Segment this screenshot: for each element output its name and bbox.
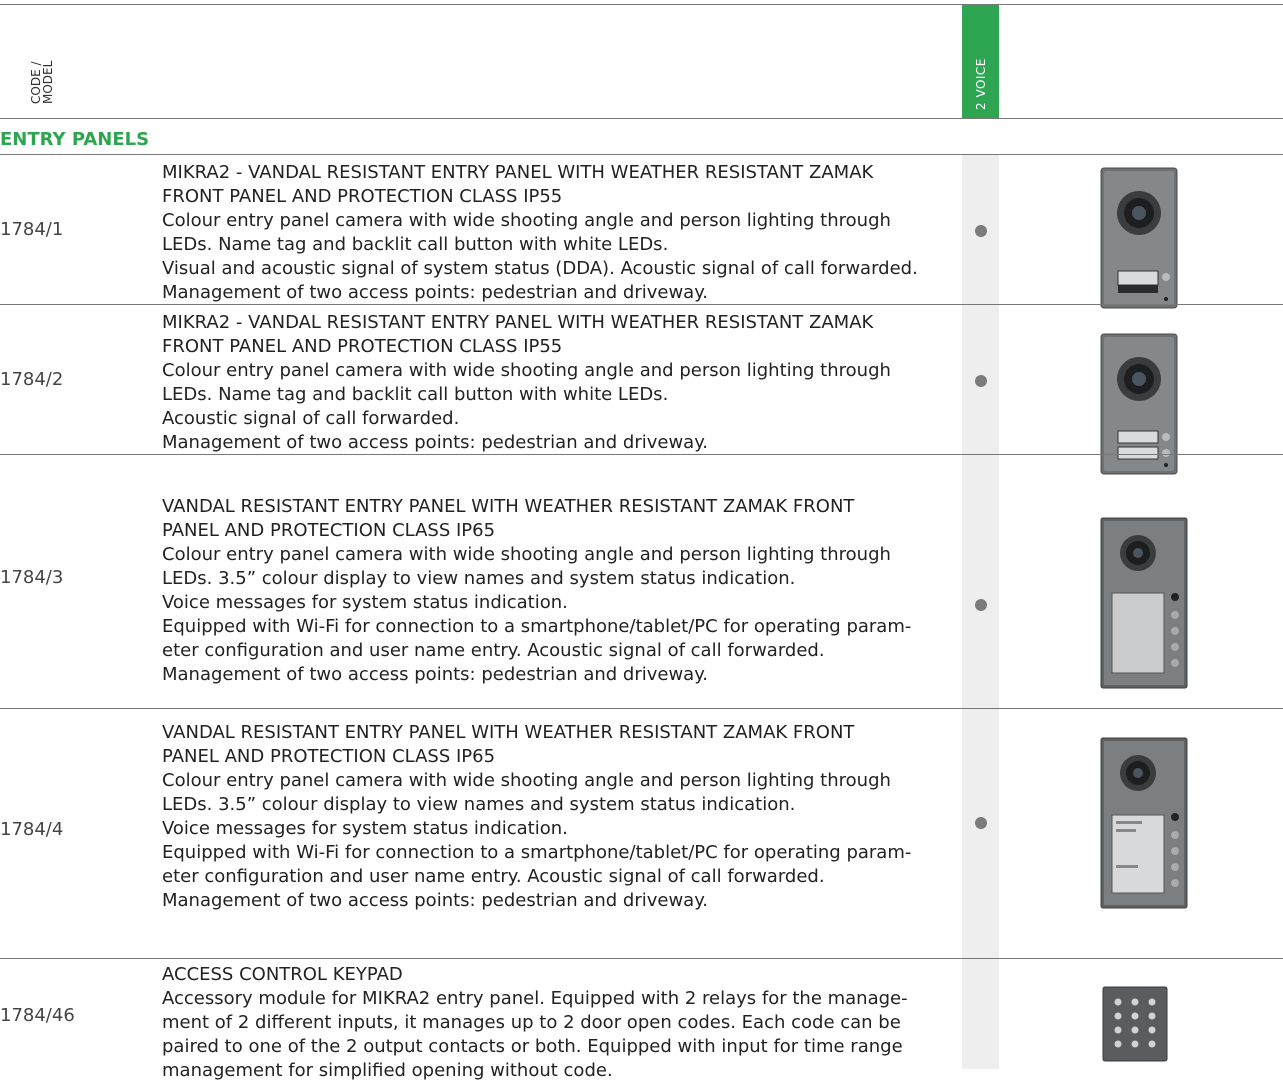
entry-panel-image <box>1100 167 1178 309</box>
description-line: Acoustic signal of call forwarded. <box>162 408 460 429</box>
description-line: Equipped with Wi-Fi for connection to a … <box>162 616 912 637</box>
table-row: 1784/4 VANDAL RESISTANT ENTRY PANEL WITH… <box>0 709 1283 959</box>
description-line: Voice messages for system status indicat… <box>162 592 568 613</box>
description-line: VANDAL RESISTANT ENTRY PANEL WITH WEATHE… <box>162 496 855 517</box>
top-rule <box>0 4 1283 5</box>
voice-column-label: 2 VOICE <box>974 58 988 110</box>
description-line: FRONT PANEL AND PROTECTION CLASS IP55 <box>162 186 563 207</box>
availability-dot-icon <box>975 225 987 237</box>
availability-dot-icon <box>975 817 987 829</box>
description-line: Equipped with Wi-Fi for connection to a … <box>162 842 912 863</box>
availability-dot-icon <box>975 375 987 387</box>
table-row: 1784/46 ACCESS CONTROL KEYPAD Accessory … <box>0 959 1283 1081</box>
description-line: ment of 2 different inputs, it manages u… <box>162 1012 901 1033</box>
product-code: 1784/2 <box>0 369 64 390</box>
product-description: MIKRA2 - VANDAL RESISTANT ENTRY PANEL WI… <box>162 161 952 305</box>
description-line: MIKRA2 - VANDAL RESISTANT ENTRY PANEL WI… <box>162 312 874 333</box>
product-code: 1784/1 <box>0 219 64 240</box>
description-line: LEDs. 3.5” colour display to view names … <box>162 568 796 589</box>
product-description: MIKRA2 - VANDAL RESISTANT ENTRY PANEL WI… <box>162 311 952 455</box>
description-line: Colour entry panel camera with wide shoo… <box>162 360 891 381</box>
description-line: Colour entry panel camera with wide shoo… <box>162 544 891 565</box>
description-line: paired to one of the 2 output contacts o… <box>162 1036 903 1057</box>
product-code: 1784/46 <box>0 1005 75 1026</box>
description-line: eter configuration and user name entry. … <box>162 866 825 887</box>
description-line: Accessory module for MIKRA2 entry panel.… <box>162 988 908 1009</box>
description-line: Management of two access points: pedestr… <box>162 432 709 453</box>
keypad-image <box>1102 986 1168 1062</box>
section-title: ENTRY PANELS <box>0 129 150 150</box>
description-line: PANEL AND PROTECTION CLASS IP65 <box>162 746 496 767</box>
description-line: LEDs. 3.5” colour display to view names … <box>162 794 796 815</box>
availability-dot-icon <box>975 599 987 611</box>
description-line: Colour entry panel camera with wide shoo… <box>162 210 891 231</box>
description-line: Voice messages for system status indicat… <box>162 818 568 839</box>
description-line: Colour entry panel camera with wide shoo… <box>162 770 891 791</box>
entry-panel-image <box>1100 517 1188 689</box>
description-line: Visual and acoustic signal of system sta… <box>162 258 918 279</box>
table-row: 1784/2 MIKRA2 - VANDAL RESISTANT ENTRY P… <box>0 305 1283 475</box>
code-model-header: CODE / MODEL <box>29 60 55 104</box>
description-line: management for simplified opening withou… <box>162 1060 613 1081</box>
product-description: VANDAL RESISTANT ENTRY PANEL WITH WEATHE… <box>162 495 952 687</box>
description-line: PANEL AND PROTECTION CLASS IP65 <box>162 520 496 541</box>
description-line: eter configuration and user name entry. … <box>162 640 825 661</box>
description-line: VANDAL RESISTANT ENTRY PANEL WITH WEATHE… <box>162 722 855 743</box>
description-line: Management of two access points: pedestr… <box>162 890 709 911</box>
product-description: ACCESS CONTROL KEYPAD Accessory module f… <box>162 963 952 1083</box>
product-code: 1784/3 <box>0 567 64 588</box>
product-description: VANDAL RESISTANT ENTRY PANEL WITH WEATHE… <box>162 721 952 913</box>
description-line: MIKRA2 - VANDAL RESISTANT ENTRY PANEL WI… <box>162 162 874 183</box>
description-line: FRONT PANEL AND PROTECTION CLASS IP55 <box>162 336 563 357</box>
description-line: Management of two access points: pedestr… <box>162 282 709 303</box>
header-rule <box>0 118 1283 119</box>
entry-panel-image <box>1100 737 1188 909</box>
description-line: Management of two access points: pedestr… <box>162 664 709 685</box>
product-code: 1784/4 <box>0 819 64 840</box>
description-line: LEDs. Name tag and backlit call button w… <box>162 384 669 405</box>
table-row: 1784/3 VANDAL RESISTANT ENTRY PANEL WITH… <box>0 455 1283 709</box>
table-row: 1784/1 MIKRA2 - VANDAL RESISTANT ENTRY P… <box>0 155 1283 309</box>
description-line: LEDs. Name tag and backlit call button w… <box>162 234 669 255</box>
description-line: ACCESS CONTROL KEYPAD <box>162 964 403 985</box>
